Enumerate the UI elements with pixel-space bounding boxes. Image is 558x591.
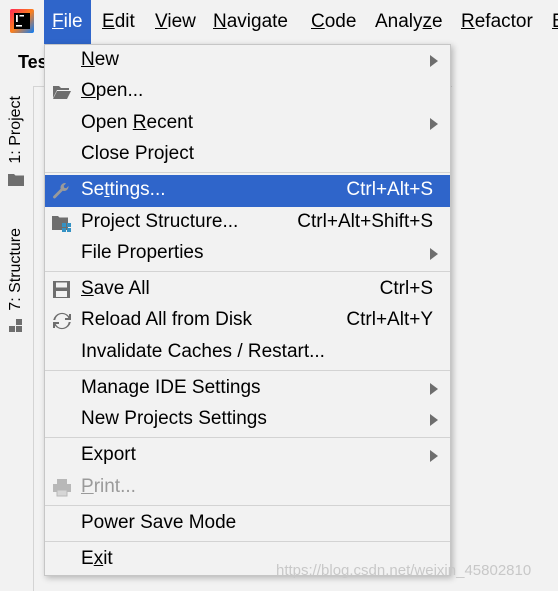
menu-separator xyxy=(45,505,450,506)
submenu-arrow-icon xyxy=(430,450,438,462)
menu-refactor[interactable]: Refactor xyxy=(453,0,541,44)
menu-item-manage-ide-settings[interactable]: Manage IDE Settings xyxy=(45,373,450,405)
submenu-arrow-icon xyxy=(430,55,438,67)
menu-file[interactable]: File xyxy=(44,0,91,44)
menu-edit[interactable]: Edit xyxy=(94,0,143,44)
structure-tab-label: 7: Structure xyxy=(7,228,24,311)
menu-item-close-project[interactable]: Close Project xyxy=(45,139,450,171)
menu-item-power-save-mode[interactable]: Power Save Mode xyxy=(45,508,450,540)
menu-code[interactable]: Code xyxy=(303,0,364,44)
folder-icon xyxy=(8,173,24,186)
left-tool-sidebar: 1: Project 7: Structure xyxy=(0,86,34,591)
menu-item-save-all[interactable]: Save All Ctrl+S xyxy=(45,274,450,306)
menu-navigate[interactable]: Navigate xyxy=(205,0,296,44)
submenu-arrow-icon xyxy=(430,248,438,260)
project-tab-label: 1: Project xyxy=(7,96,24,164)
file-menu-dropdown: New Open... Open Recent Close Project Se… xyxy=(44,44,451,576)
menu-separator xyxy=(45,370,450,371)
menu-item-print[interactable]: Print... xyxy=(45,472,450,504)
menu-separator xyxy=(45,172,450,173)
shortcut-label: Ctrl+Alt+S xyxy=(346,179,433,200)
menu-item-file-properties[interactable]: File Properties xyxy=(45,238,450,270)
project-structure-icon xyxy=(52,216,71,232)
printer-icon xyxy=(53,479,71,497)
menu-item-export[interactable]: Export xyxy=(45,440,450,472)
menu-item-invalidate-caches[interactable]: Invalidate Caches / Restart... xyxy=(45,337,450,369)
save-icon xyxy=(53,281,70,298)
menu-item-settings[interactable]: Settings... Ctrl+Alt+S xyxy=(45,175,450,207)
shortcut-label: Ctrl+S xyxy=(379,278,433,299)
menu-analyze[interactable]: Analyze xyxy=(367,0,451,44)
structure-icon xyxy=(9,318,22,332)
menu-item-new-projects-settings[interactable]: New Projects Settings xyxy=(45,404,450,436)
menu-view[interactable]: View xyxy=(147,0,204,44)
refresh-icon xyxy=(53,312,71,330)
shortcut-label: Ctrl+Alt+Shift+S xyxy=(297,211,433,232)
intellij-logo-icon xyxy=(10,9,34,33)
menu-item-new[interactable]: New xyxy=(45,45,450,77)
submenu-arrow-icon xyxy=(430,383,438,395)
submenu-arrow-icon xyxy=(430,414,438,426)
shortcut-label: Ctrl+Alt+Y xyxy=(346,309,433,330)
watermark-text: https://blog.csdn.net/weixin_45802810 xyxy=(276,562,532,579)
structure-tool-tab[interactable]: 7: Structure xyxy=(4,228,28,333)
project-tool-tab[interactable]: 1: Project xyxy=(4,96,28,186)
wrench-icon xyxy=(53,183,69,199)
menu-item-reload-all[interactable]: Reload All from Disk Ctrl+Alt+Y xyxy=(45,305,450,337)
menu-bar: File Edit View Navigate Code Analyze Ref… xyxy=(0,0,558,44)
menu-separator xyxy=(45,541,450,542)
menu-separator xyxy=(45,437,450,438)
menu-item-open[interactable]: Open... xyxy=(45,76,450,108)
menu-separator xyxy=(45,271,450,272)
open-folder-icon xyxy=(53,86,71,99)
menu-item-open-recent[interactable]: Open Recent xyxy=(45,108,450,140)
menu-build[interactable]: B xyxy=(544,0,558,44)
editor-area xyxy=(452,86,558,591)
submenu-arrow-icon xyxy=(430,118,438,130)
menu-item-project-structure[interactable]: Project Structure... Ctrl+Alt+Shift+S xyxy=(45,207,450,239)
